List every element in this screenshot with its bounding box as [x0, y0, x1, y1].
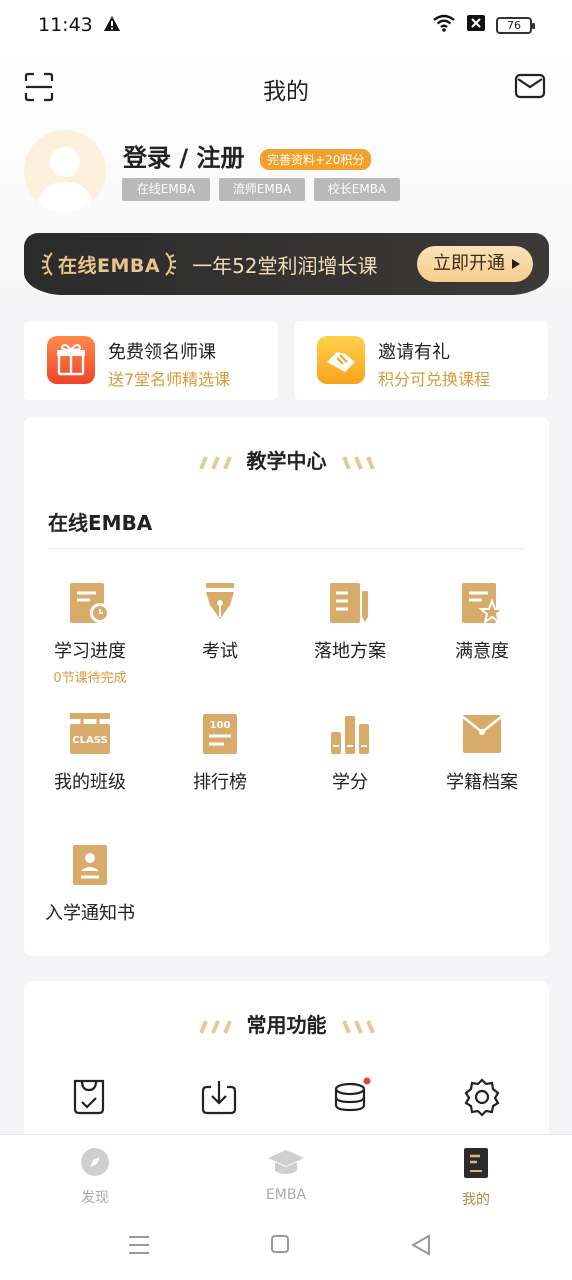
- laurel-right-icon: [165, 252, 177, 276]
- battery-indicator: 76: [496, 16, 535, 34]
- tab-label: EMBA: [265, 1187, 307, 1203]
- system-navigation-bar: [0, 1214, 572, 1280]
- teaching-center-card: 教学中心 在线EMBA 学习进度 0节课待完成 考试 落地方案 满意度 CLAS…: [24, 417, 549, 956]
- tab-label: 我的: [462, 1192, 490, 1208]
- status-time: 11:43: [38, 14, 93, 36]
- emba-subtitle: 在线EMBA: [48, 511, 153, 535]
- membership-tag: 流师EMBA: [219, 178, 305, 201]
- banner-logo: 在线EMBA: [40, 251, 178, 278]
- back-icon[interactable]: [410, 1234, 432, 1260]
- grid-item-admission[interactable]: 入学通知书: [26, 843, 154, 925]
- grid-item-plan[interactable]: 落地方案: [286, 581, 414, 663]
- menu-icon[interactable]: [128, 1234, 150, 1260]
- class-icon: CLASS: [70, 713, 110, 754]
- tab-label: 发现: [81, 1190, 109, 1206]
- grid-label: 入学通知书: [45, 903, 135, 924]
- laurel-left-icon: [41, 252, 53, 276]
- teaching-title: 教学中心: [246, 449, 327, 473]
- sim-blocked-icon: [466, 14, 486, 36]
- divider: [48, 548, 524, 549]
- decor-slashes-icon: [341, 1019, 375, 1034]
- plan-doc-icon: [330, 583, 368, 623]
- common-title: 常用功能: [246, 1013, 327, 1037]
- gift-icon: [47, 336, 95, 384]
- home-icon[interactable]: [270, 1234, 290, 1258]
- grid-item-class[interactable]: CLASS 我的班级: [26, 712, 154, 794]
- section-title: 教学中心: [24, 445, 549, 474]
- ranking-icon-text: 100: [210, 720, 231, 731]
- grid-label: 我的班级: [54, 772, 126, 793]
- grid-item-progress[interactable]: 学习进度 0节课待完成: [26, 581, 154, 686]
- grid-label: 满意度: [455, 641, 509, 662]
- tab-emba[interactable]: EMBA: [226, 1147, 346, 1203]
- exam-pen-icon: [206, 583, 234, 619]
- free-course-card[interactable]: 免费领名师课 送7堂名师精选课: [24, 321, 278, 400]
- grid-item-exam[interactable]: 考试: [156, 581, 284, 663]
- banner-text: 一年52堂利润增长课: [192, 253, 378, 278]
- membership-tags: 在线EMBA 流师EMBA 校长EMBA: [122, 178, 400, 201]
- progress-icon: [70, 583, 110, 623]
- open-now-label: 立即开通: [433, 253, 505, 274]
- bonus-badge: 完善资料+20积分: [260, 149, 372, 170]
- grid-item-credits[interactable]: 学分: [286, 712, 414, 794]
- grid-label: 考试: [202, 641, 238, 662]
- bottom-tab-bar: 发现 EMBA 我的: [0, 1134, 572, 1214]
- profile-book-icon: [464, 1148, 488, 1178]
- open-now-button[interactable]: 立即开通: [417, 246, 533, 282]
- grid-label: 学分: [332, 772, 368, 793]
- membership-tag: 在线EMBA: [122, 178, 210, 201]
- login-register-link[interactable]: 登录 / 注册: [123, 138, 244, 173]
- graduation-cap-icon: [268, 1150, 304, 1174]
- settings-icon[interactable]: [462, 1077, 502, 1117]
- play-arrow-icon: [512, 259, 520, 269]
- promo-title: 免费领名师课: [108, 342, 216, 363]
- mail-icon[interactable]: [514, 72, 546, 104]
- coins-icon[interactable]: [331, 1077, 371, 1117]
- status-indicators: 76: [432, 14, 535, 36]
- class-icon-text: CLASS: [72, 735, 107, 746]
- page-title: 我的: [263, 79, 309, 105]
- grid-item-archive[interactable]: 学籍档案: [418, 712, 546, 794]
- decor-slashes-icon: [341, 455, 375, 470]
- satisfaction-icon: [462, 583, 504, 625]
- warning-icon: [103, 15, 121, 36]
- grid-item-ranking[interactable]: 100 排行榜: [156, 712, 284, 794]
- grid-label: 学籍档案: [446, 772, 518, 793]
- grid-label: 排行榜: [193, 772, 247, 793]
- avatar[interactable]: [24, 130, 106, 212]
- tab-mine[interactable]: 我的: [416, 1147, 536, 1209]
- section-title: 常用功能: [24, 1009, 549, 1038]
- promo-subtitle: 送7堂名师精选课: [108, 370, 231, 389]
- tab-discover[interactable]: 发现: [35, 1147, 155, 1207]
- grid-sublabel: 0节课待完成: [53, 671, 127, 686]
- decor-slashes-icon: [198, 455, 232, 470]
- handshake-icon: [317, 336, 365, 384]
- promo-title: 邀请有礼: [378, 342, 450, 363]
- membership-tag: 校长EMBA: [314, 178, 400, 201]
- ranking-icon: 100: [203, 714, 237, 754]
- compass-icon: [81, 1148, 109, 1176]
- invite-card[interactable]: 邀请有礼 积分可兑换课程: [294, 321, 548, 400]
- credits-icon: [331, 716, 369, 754]
- archive-icon: [462, 715, 502, 753]
- grid-label: 落地方案: [314, 641, 386, 662]
- status-bar: 11:43 76: [0, 0, 572, 52]
- admission-letter-icon: [73, 845, 107, 885]
- download-icon[interactable]: [199, 1077, 239, 1117]
- wifi-icon: [432, 14, 456, 36]
- promo-subtitle: 积分可兑换课程: [378, 370, 491, 389]
- emba-banner[interactable]: 在线EMBA 一年52堂利润增长课 立即开通: [24, 233, 549, 295]
- shopping-check-icon[interactable]: [69, 1077, 109, 1117]
- grid-label: 学习进度: [54, 641, 126, 662]
- decor-slashes-icon: [198, 1019, 232, 1034]
- banner-logo-text: 在线EMBA: [58, 254, 161, 277]
- grid-item-satisfaction[interactable]: 满意度: [418, 581, 546, 663]
